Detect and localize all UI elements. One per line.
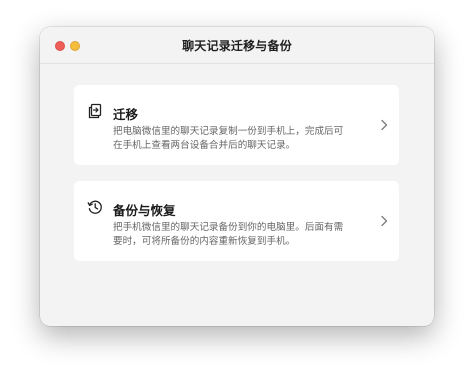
- backup-restore-option-card[interactable]: 备份与恢复 把手机微信里的聊天记录备份到你的电脑里。后面有需要时，可将所备份的内…: [74, 181, 399, 261]
- migrate-option-card[interactable]: 迁移 把电脑微信里的聊天记录复制一份到手机上，完成后可在手机上查看两台设备合并后…: [74, 85, 399, 165]
- history-icon: [87, 200, 102, 214]
- backup-restore-title: 备份与恢复: [113, 203, 176, 218]
- backup-restore-description: 把手机微信里的聊天记录备份到你的电脑里。后面有需要时，可将所备份的内容重新恢复到…: [113, 222, 344, 247]
- window-title: 聊天记录迁移与备份: [182, 39, 292, 53]
- migrate-title: 迁移: [113, 107, 139, 122]
- migration-backup-window: 聊天记录迁移与备份 迁移 把电脑微信里的聊天记录复制一份到手机上，完成后可在手机…: [40, 27, 434, 326]
- chevron-right-icon: [381, 119, 388, 131]
- migrate-icon: [88, 103, 102, 119]
- title-divider: [40, 63, 434, 64]
- migrate-description: 把电脑微信里的聊天记录复制一份到手机上，完成后可在手机上查看两台设备合并后的聊天…: [113, 126, 344, 151]
- title-bar: 聊天记录迁移与备份: [40, 27, 434, 63]
- chevron-right-icon: [381, 215, 388, 227]
